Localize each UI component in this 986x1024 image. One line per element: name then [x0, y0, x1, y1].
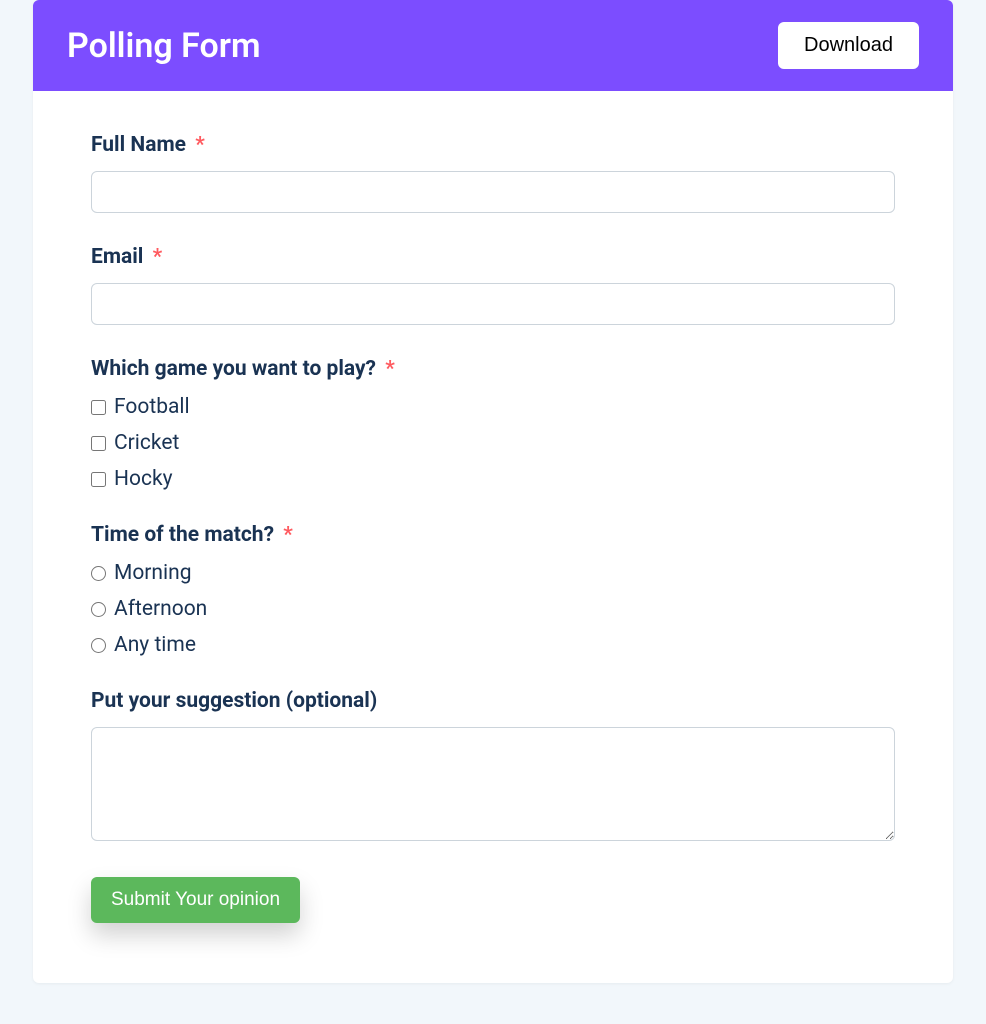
field-time: Time of the match? * Morning Afternoon A…	[91, 523, 895, 657]
label-text: Time of the match?	[91, 523, 274, 547]
option-label: Hocky	[114, 467, 173, 491]
label-text: Email	[91, 245, 143, 269]
option-label: Any time	[114, 633, 196, 657]
checkbox-football[interactable]	[91, 400, 106, 415]
game-option-football[interactable]: Football	[91, 395, 895, 419]
radio-afternoon[interactable]	[91, 602, 106, 617]
option-label: Morning	[114, 561, 192, 585]
required-mark: *	[283, 523, 293, 547]
form-title: Polling Form	[67, 26, 260, 66]
option-label: Football	[114, 395, 190, 419]
suggestion-textarea[interactable]	[91, 727, 895, 841]
time-option-anytime[interactable]: Any time	[91, 633, 895, 657]
form-body: Full Name * Email * Which game you want …	[33, 91, 953, 983]
checkbox-cricket[interactable]	[91, 436, 106, 451]
form-header: Polling Form Download	[33, 0, 953, 91]
suggestion-label: Put your suggestion (optional)	[91, 689, 895, 713]
time-label: Time of the match? *	[91, 523, 895, 547]
email-input[interactable]	[91, 283, 895, 325]
form-card: Polling Form Download Full Name * Email …	[33, 0, 953, 983]
full-name-label: Full Name *	[91, 133, 895, 157]
option-label: Afternoon	[114, 597, 207, 621]
download-button[interactable]: Download	[778, 22, 919, 69]
option-label: Cricket	[114, 431, 179, 455]
required-mark: *	[153, 245, 163, 269]
field-suggestion: Put your suggestion (optional)	[91, 689, 895, 845]
email-label: Email *	[91, 245, 895, 269]
required-mark: *	[385, 357, 395, 381]
field-game: Which game you want to play? * Football …	[91, 357, 895, 491]
required-mark: *	[195, 133, 205, 157]
radio-morning[interactable]	[91, 566, 106, 581]
time-option-afternoon[interactable]: Afternoon	[91, 597, 895, 621]
field-full-name: Full Name *	[91, 133, 895, 213]
checkbox-hocky[interactable]	[91, 472, 106, 487]
game-options: Football Cricket Hocky	[91, 395, 895, 491]
label-text: Put your suggestion (optional)	[91, 689, 377, 713]
full-name-input[interactable]	[91, 171, 895, 213]
submit-button[interactable]: Submit Your opinion	[91, 877, 300, 923]
time-options: Morning Afternoon Any time	[91, 561, 895, 657]
game-option-cricket[interactable]: Cricket	[91, 431, 895, 455]
field-email: Email *	[91, 245, 895, 325]
time-option-morning[interactable]: Morning	[91, 561, 895, 585]
label-text: Which game you want to play?	[91, 357, 376, 381]
label-text: Full Name	[91, 133, 186, 157]
game-option-hocky[interactable]: Hocky	[91, 467, 895, 491]
radio-anytime[interactable]	[91, 638, 106, 653]
game-label: Which game you want to play? *	[91, 357, 895, 381]
